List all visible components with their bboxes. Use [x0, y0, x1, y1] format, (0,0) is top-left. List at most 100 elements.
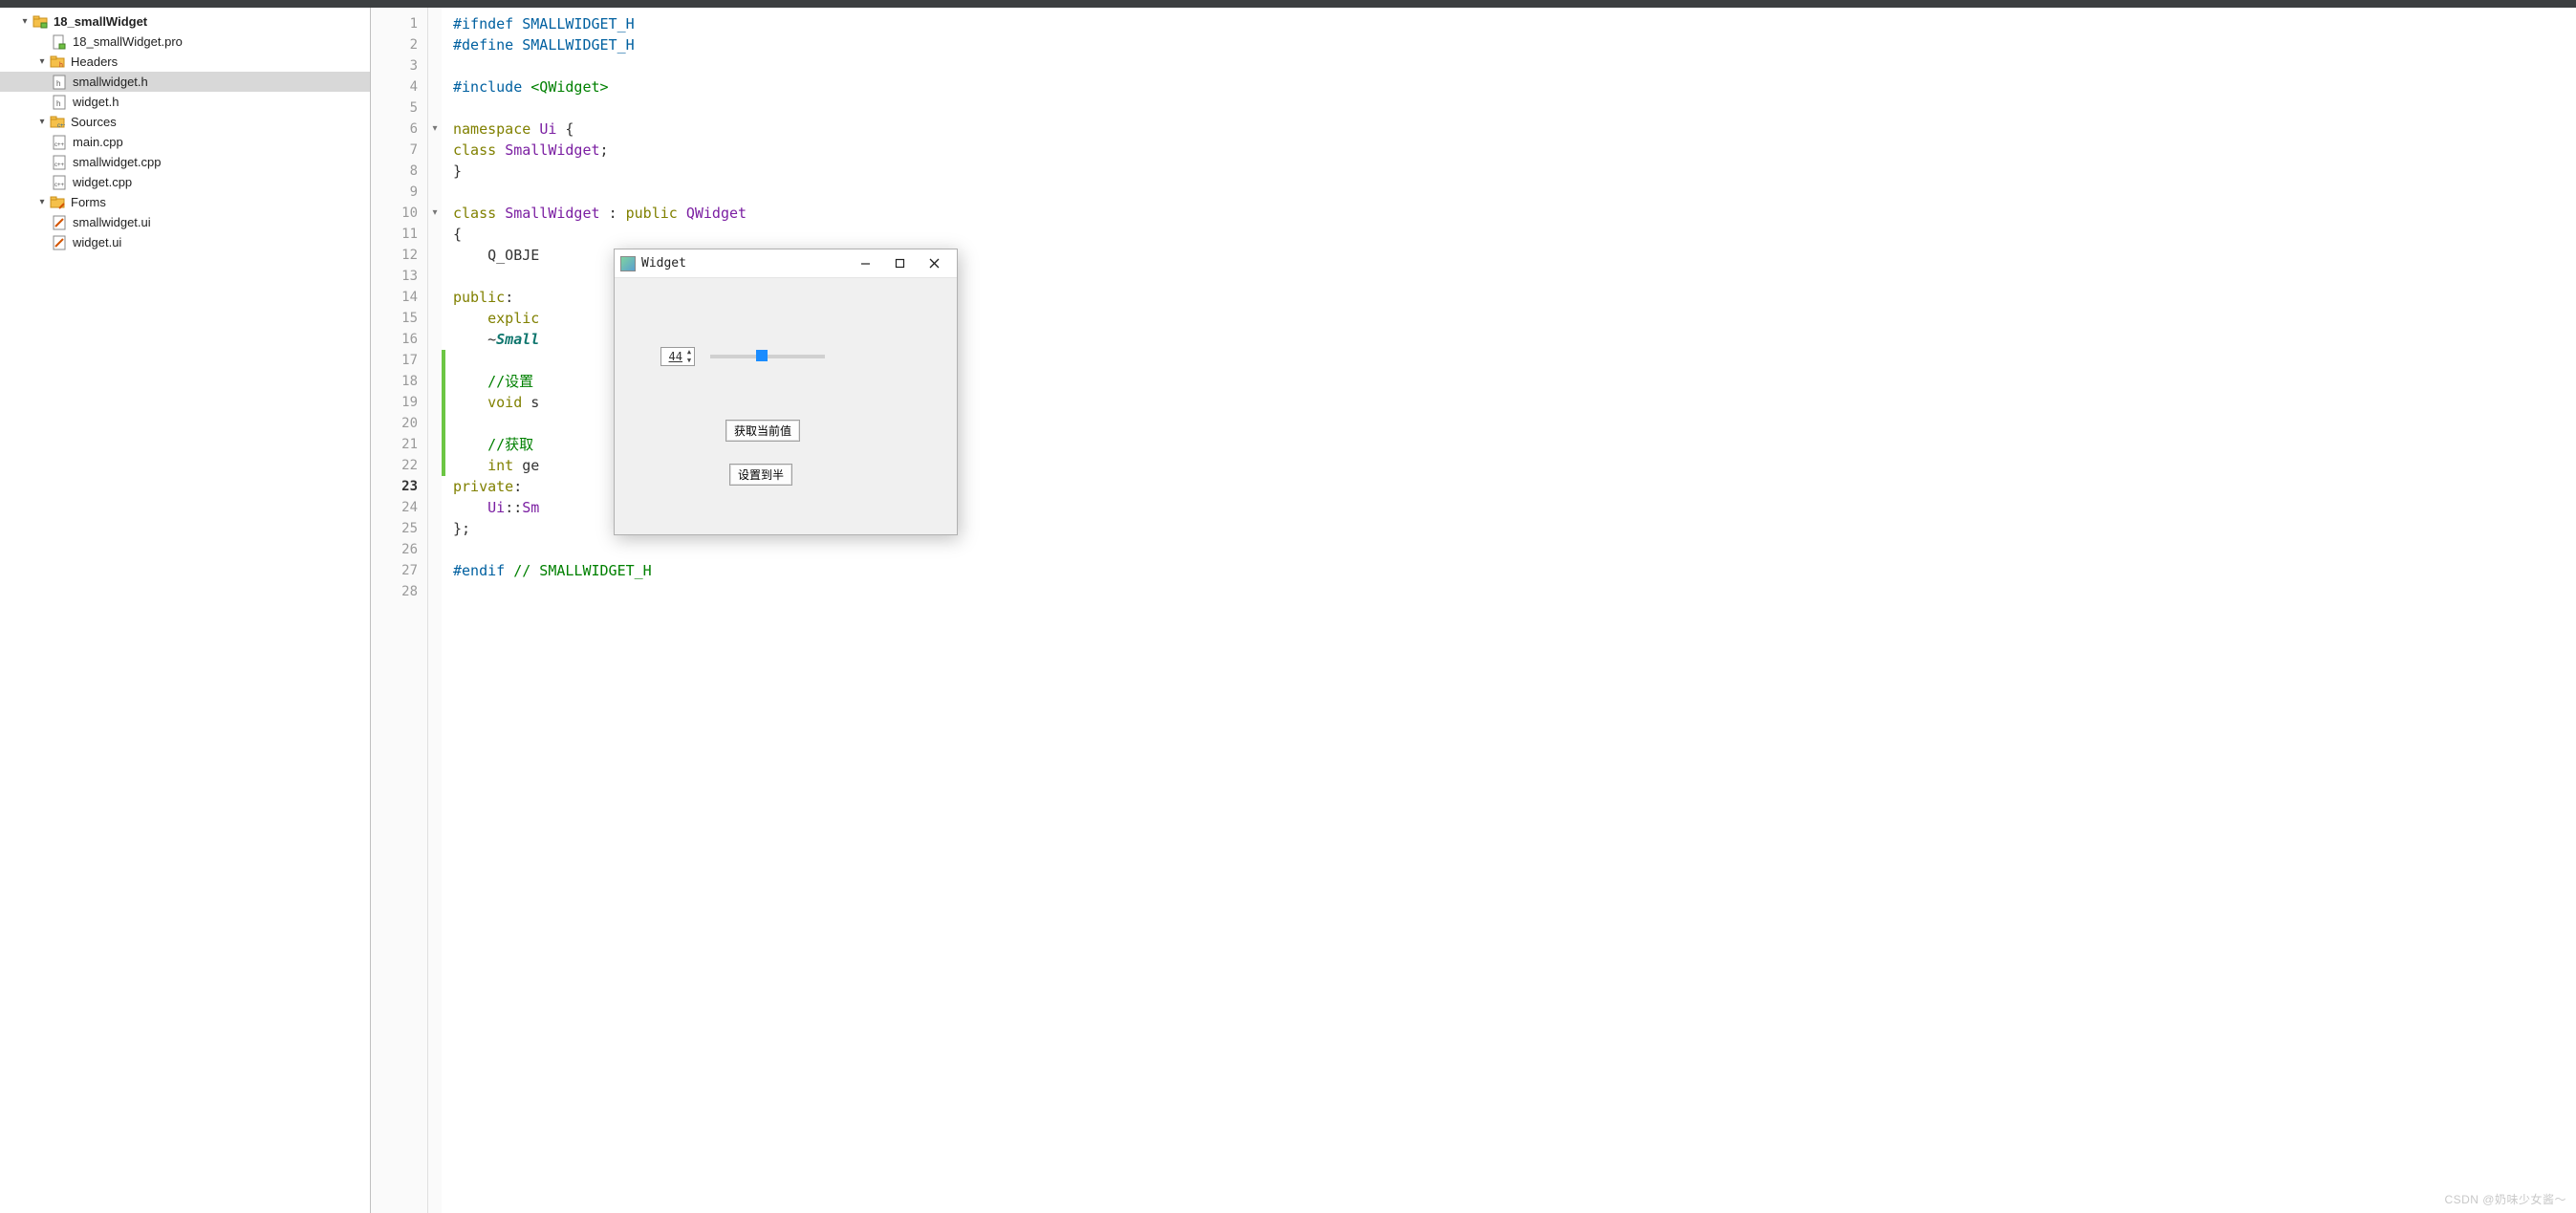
code-line[interactable]: #endif // SMALLWIDGET_H: [453, 560, 2576, 581]
value-slider[interactable]: [710, 355, 825, 358]
code-line[interactable]: #define SMALLWIDGET_H: [453, 34, 2576, 55]
tree-pro-file[interactable]: 18_smallWidget.pro: [0, 32, 370, 52]
line-number: 26: [371, 539, 427, 560]
fold-column[interactable]: ▾▾: [428, 8, 442, 1213]
fold-spacer: [428, 55, 442, 76]
expand-arrow-icon[interactable]: ▾: [34, 56, 50, 67]
tree-source-file[interactable]: c++ main.cpp: [0, 132, 370, 152]
fold-spacer: [428, 266, 442, 287]
svg-text:h: h: [59, 62, 63, 69]
fold-spacer: [428, 539, 442, 560]
fold-spacer: [428, 476, 442, 497]
project-tree[interactable]: ▾ 18_smallWidget 18_smallWidget.pro ▾ h: [0, 8, 370, 1213]
headers-folder-icon: h: [50, 54, 65, 70]
code-line[interactable]: namespace Ui {: [453, 119, 2576, 140]
code-line[interactable]: [453, 55, 2576, 76]
line-number: 12: [371, 245, 427, 266]
forms-folder-icon: [50, 195, 65, 210]
code-line[interactable]: [453, 539, 2576, 560]
fold-spacer: [428, 245, 442, 266]
line-number: 13: [371, 266, 427, 287]
line-number: 8: [371, 161, 427, 182]
tree-header-file[interactable]: h smallwidget.h: [0, 72, 370, 92]
code-line[interactable]: {: [453, 224, 2576, 245]
fold-spacer: [428, 392, 442, 413]
fold-spacer: [428, 329, 442, 350]
tree-root-label: 18_smallWidget: [54, 14, 147, 29]
set-half-button[interactable]: 设置到半: [729, 464, 792, 486]
sources-folder-icon: c++: [50, 115, 65, 130]
code-line[interactable]: class SmallWidget : public QWidget: [453, 203, 2576, 224]
tree-form-file[interactable]: smallwidget.ui: [0, 212, 370, 232]
line-number: 21: [371, 434, 427, 455]
line-number: 10: [371, 203, 427, 224]
line-number: 5: [371, 97, 427, 119]
code-editor[interactable]: 1234567891011121314151617181920212223242…: [371, 8, 2576, 1213]
tree-forms-folder[interactable]: ▾ Forms: [0, 192, 370, 212]
line-number: 3: [371, 55, 427, 76]
cpp-file-icon: c++: [52, 175, 67, 190]
expand-arrow-icon[interactable]: ▾: [34, 197, 50, 207]
tree-source-file[interactable]: c++ smallwidget.cpp: [0, 152, 370, 172]
minimize-button[interactable]: [848, 250, 882, 277]
code-line[interactable]: #include <QWidget>: [453, 76, 2576, 97]
svg-text:c++: c++: [54, 183, 65, 188]
window-title: Widget: [641, 256, 848, 271]
line-number: 22: [371, 455, 427, 476]
cpp-file-icon: c++: [52, 135, 67, 150]
tree-item-label: smallwidget.ui: [73, 215, 151, 229]
tree-item-label: smallwidget.cpp: [73, 155, 162, 169]
maximize-button[interactable]: [882, 250, 917, 277]
code-line[interactable]: class SmallWidget;: [453, 140, 2576, 161]
fold-toggle-icon[interactable]: ▾: [428, 119, 442, 140]
fold-spacer: [428, 581, 442, 602]
fold-toggle-icon[interactable]: ▾: [428, 203, 442, 224]
svg-text:h: h: [56, 79, 60, 88]
code-area[interactable]: #ifndef SMALLWIDGET_H#define SMALLWIDGET…: [445, 8, 2576, 1213]
project-folder-icon: [32, 14, 48, 30]
get-value-button[interactable]: 获取当前值: [725, 420, 800, 442]
tree-root[interactable]: ▾ 18_smallWidget: [0, 11, 370, 32]
line-number: 17: [371, 350, 427, 371]
tree-sources-folder[interactable]: ▾ c++ Sources: [0, 112, 370, 132]
tree-source-file[interactable]: c++ widget.cpp: [0, 172, 370, 192]
header-file-icon: h: [52, 95, 67, 110]
tree-item-label: main.cpp: [73, 135, 123, 149]
tree-item-label: widget.ui: [73, 235, 121, 249]
expand-arrow-icon[interactable]: ▾: [17, 16, 32, 27]
top-menu-bar: [0, 0, 2576, 8]
fold-spacer: [428, 371, 442, 392]
tree-item-label: smallwidget.h: [73, 75, 148, 89]
tree-form-file[interactable]: widget.ui: [0, 232, 370, 252]
window-titlebar[interactable]: Widget: [615, 249, 957, 278]
line-number: 27: [371, 560, 427, 581]
fold-spacer: [428, 76, 442, 97]
fold-spacer: [428, 224, 442, 245]
running-app-window[interactable]: Widget 44: [614, 249, 958, 535]
tree-header-file[interactable]: h widget.h: [0, 92, 370, 112]
code-line[interactable]: [453, 182, 2576, 203]
tree-headers-folder[interactable]: ▾ h Headers: [0, 52, 370, 72]
fold-spacer: [428, 287, 442, 308]
spin-buttons[interactable]: ▲▼: [684, 348, 694, 365]
code-line[interactable]: [453, 581, 2576, 602]
expand-arrow-icon[interactable]: ▾: [34, 117, 50, 127]
fold-spacer: [428, 560, 442, 581]
value-spinbox[interactable]: 44 ▲▼: [660, 347, 695, 366]
line-number: 15: [371, 308, 427, 329]
code-line[interactable]: #ifndef SMALLWIDGET_H: [453, 13, 2576, 34]
tree-item-label: Headers: [71, 54, 118, 69]
fold-spacer: [428, 455, 442, 476]
spinbox-value: 44: [669, 350, 682, 363]
code-line[interactable]: [453, 97, 2576, 119]
slider-thumb[interactable]: [756, 350, 768, 361]
tree-item-label: Sources: [71, 115, 117, 129]
line-number: 25: [371, 518, 427, 539]
line-number: 6: [371, 119, 427, 140]
code-line[interactable]: }: [453, 161, 2576, 182]
ui-file-icon: [52, 235, 67, 250]
fold-spacer: [428, 434, 442, 455]
tree-item-label: 18_smallWidget.pro: [73, 34, 183, 49]
fold-spacer: [428, 34, 442, 55]
close-button[interactable]: [917, 250, 951, 277]
